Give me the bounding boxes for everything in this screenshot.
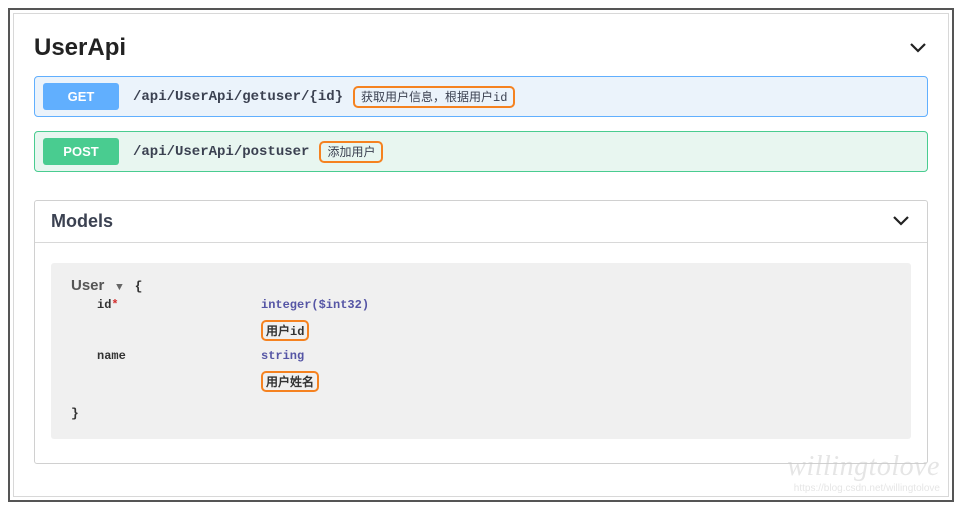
api-section-header[interactable]: UserApi <box>34 26 928 76</box>
property-description-row: 用户姓名 <box>71 371 891 392</box>
property-name: id* <box>97 298 261 312</box>
endpoint-description: 添加用户 <box>324 145 378 161</box>
property-type: integer($int32) <box>261 298 369 312</box>
brace-open: { <box>135 279 143 294</box>
property-row: name string <box>71 349 891 363</box>
annotation-highlight: 添加用户 <box>319 141 383 163</box>
http-method-badge: GET <box>43 83 119 110</box>
property-description: 用户id <box>266 325 304 339</box>
property-row: id* integer($int32) <box>71 298 891 312</box>
property-type: string <box>261 349 304 363</box>
models-panel: Models User ▼ { id* integ <box>34 200 928 464</box>
chevron-down-icon: ▼ <box>116 282 123 294</box>
endpoint-path: /api/UserApi/postuser <box>133 144 309 160</box>
endpoint-path: /api/UserApi/getuser/{id} <box>133 89 343 105</box>
models-body: User ▼ { id* integer($int32) 用户id <box>35 243 927 463</box>
endpoint-description: 获取用户信息，根据用户id <box>358 90 510 106</box>
chevron-down-icon <box>908 38 928 59</box>
model-schema-box: User ▼ { id* integer($int32) 用户id <box>51 263 911 439</box>
annotation-highlight: 用户id <box>261 320 309 341</box>
property-description: 用户姓名 <box>266 376 314 390</box>
api-section-title: UserApi <box>34 34 126 62</box>
models-header[interactable]: Models <box>35 201 927 243</box>
annotation-highlight: 用户姓名 <box>261 371 319 392</box>
endpoint-post-user[interactable]: POST /api/UserApi/postuser 添加用户 <box>34 131 928 172</box>
required-mark: * <box>111 298 118 312</box>
brace-close: } <box>71 406 891 421</box>
model-name: User <box>71 277 104 294</box>
watermark-url: https://blog.csdn.net/willingtolove <box>787 483 940 494</box>
outer-frame: UserApi GET /api/UserApi/getuser/{id} 获取… <box>8 8 954 502</box>
annotation-highlight: 获取用户信息，根据用户id <box>353 86 515 108</box>
chevron-down-icon <box>891 211 911 232</box>
property-description-row: 用户id <box>71 320 891 341</box>
inner-frame: UserApi GET /api/UserApi/getuser/{id} 获取… <box>13 13 949 497</box>
models-title: Models <box>51 211 113 232</box>
model-header-row[interactable]: User ▼ { <box>71 277 891 294</box>
property-name: name <box>97 349 261 363</box>
http-method-badge: POST <box>43 138 119 165</box>
endpoint-get-user[interactable]: GET /api/UserApi/getuser/{id} 获取用户信息，根据用… <box>34 76 928 117</box>
